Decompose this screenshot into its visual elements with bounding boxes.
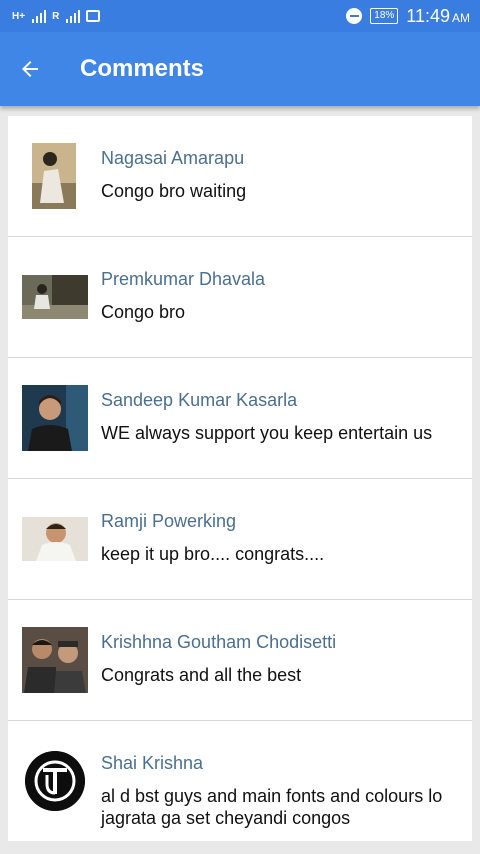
do-not-disturb-icon <box>346 8 363 24</box>
avatar[interactable] <box>25 751 85 811</box>
comment-author[interactable]: Sandeep Kumar Kasarla <box>101 390 297 411</box>
clock-time: 11:49 <box>406 5 450 26</box>
signal-icon <box>32 9 47 23</box>
back-button[interactable] <box>0 32 60 106</box>
app-bar: Comments <box>0 32 480 106</box>
comment-text: Congrats and all the best <box>101 665 302 685</box>
avatar[interactable] <box>22 627 88 693</box>
status-left: H+ R <box>12 9 101 23</box>
comment-item[interactable]: Sandeep Kumar Kasarla WE always support … <box>8 358 472 479</box>
avatar[interactable] <box>22 517 88 561</box>
page-title: Comments <box>80 55 205 82</box>
comment-text: Congo bro waiting <box>101 181 247 201</box>
monogram-logo-icon <box>25 751 85 811</box>
status-right: 18% 11:49 AM <box>346 6 470 27</box>
comment-text: al d bst guys and main fonts and colours… <box>101 786 443 828</box>
comment-text: keep it up bro.... congrats.... <box>101 544 325 564</box>
arrow-left-icon <box>22 61 38 77</box>
signal-icon-2 <box>66 9 81 23</box>
comment-author[interactable]: Shai Krishna <box>101 753 203 774</box>
status-bar: H+ R 18% 11:49 AM <box>0 0 480 32</box>
comment-text: WE always support you keep entertain us <box>101 423 433 443</box>
network-type-label-2: R <box>52 10 60 22</box>
comment-author[interactable]: Premkumar Dhavala <box>101 269 265 290</box>
avatar[interactable] <box>32 143 76 209</box>
comment-item[interactable]: Shai Krishna al d bst guys and main font… <box>8 721 472 841</box>
comments-list[interactable]: Nagasai Amarapu Congo bro waiting Premku… <box>8 116 472 841</box>
network-type-label: H+ <box>12 10 26 22</box>
image-icon <box>86 10 101 22</box>
comment-item[interactable]: Ramji Powerking keep it up bro.... congr… <box>8 479 472 600</box>
clock: 11:49 AM <box>406 6 470 27</box>
comment-text: Congo bro <box>101 302 186 322</box>
clock-ampm: AM <box>452 10 470 25</box>
comment-item[interactable]: Krishhna Goutham Chodisetti Congrats and… <box>8 600 472 721</box>
comment-author[interactable]: Krishhna Goutham Chodisetti <box>101 632 336 653</box>
battery-icon: 18% <box>370 8 399 24</box>
comment-item[interactable]: Nagasai Amarapu Congo bro waiting <box>8 116 472 237</box>
avatar[interactable] <box>22 275 88 319</box>
comment-author[interactable]: Nagasai Amarapu <box>101 148 244 169</box>
comment-author[interactable]: Ramji Powerking <box>101 511 236 532</box>
avatar[interactable] <box>22 385 88 451</box>
comment-item[interactable]: Premkumar Dhavala Congo bro <box>8 237 472 358</box>
